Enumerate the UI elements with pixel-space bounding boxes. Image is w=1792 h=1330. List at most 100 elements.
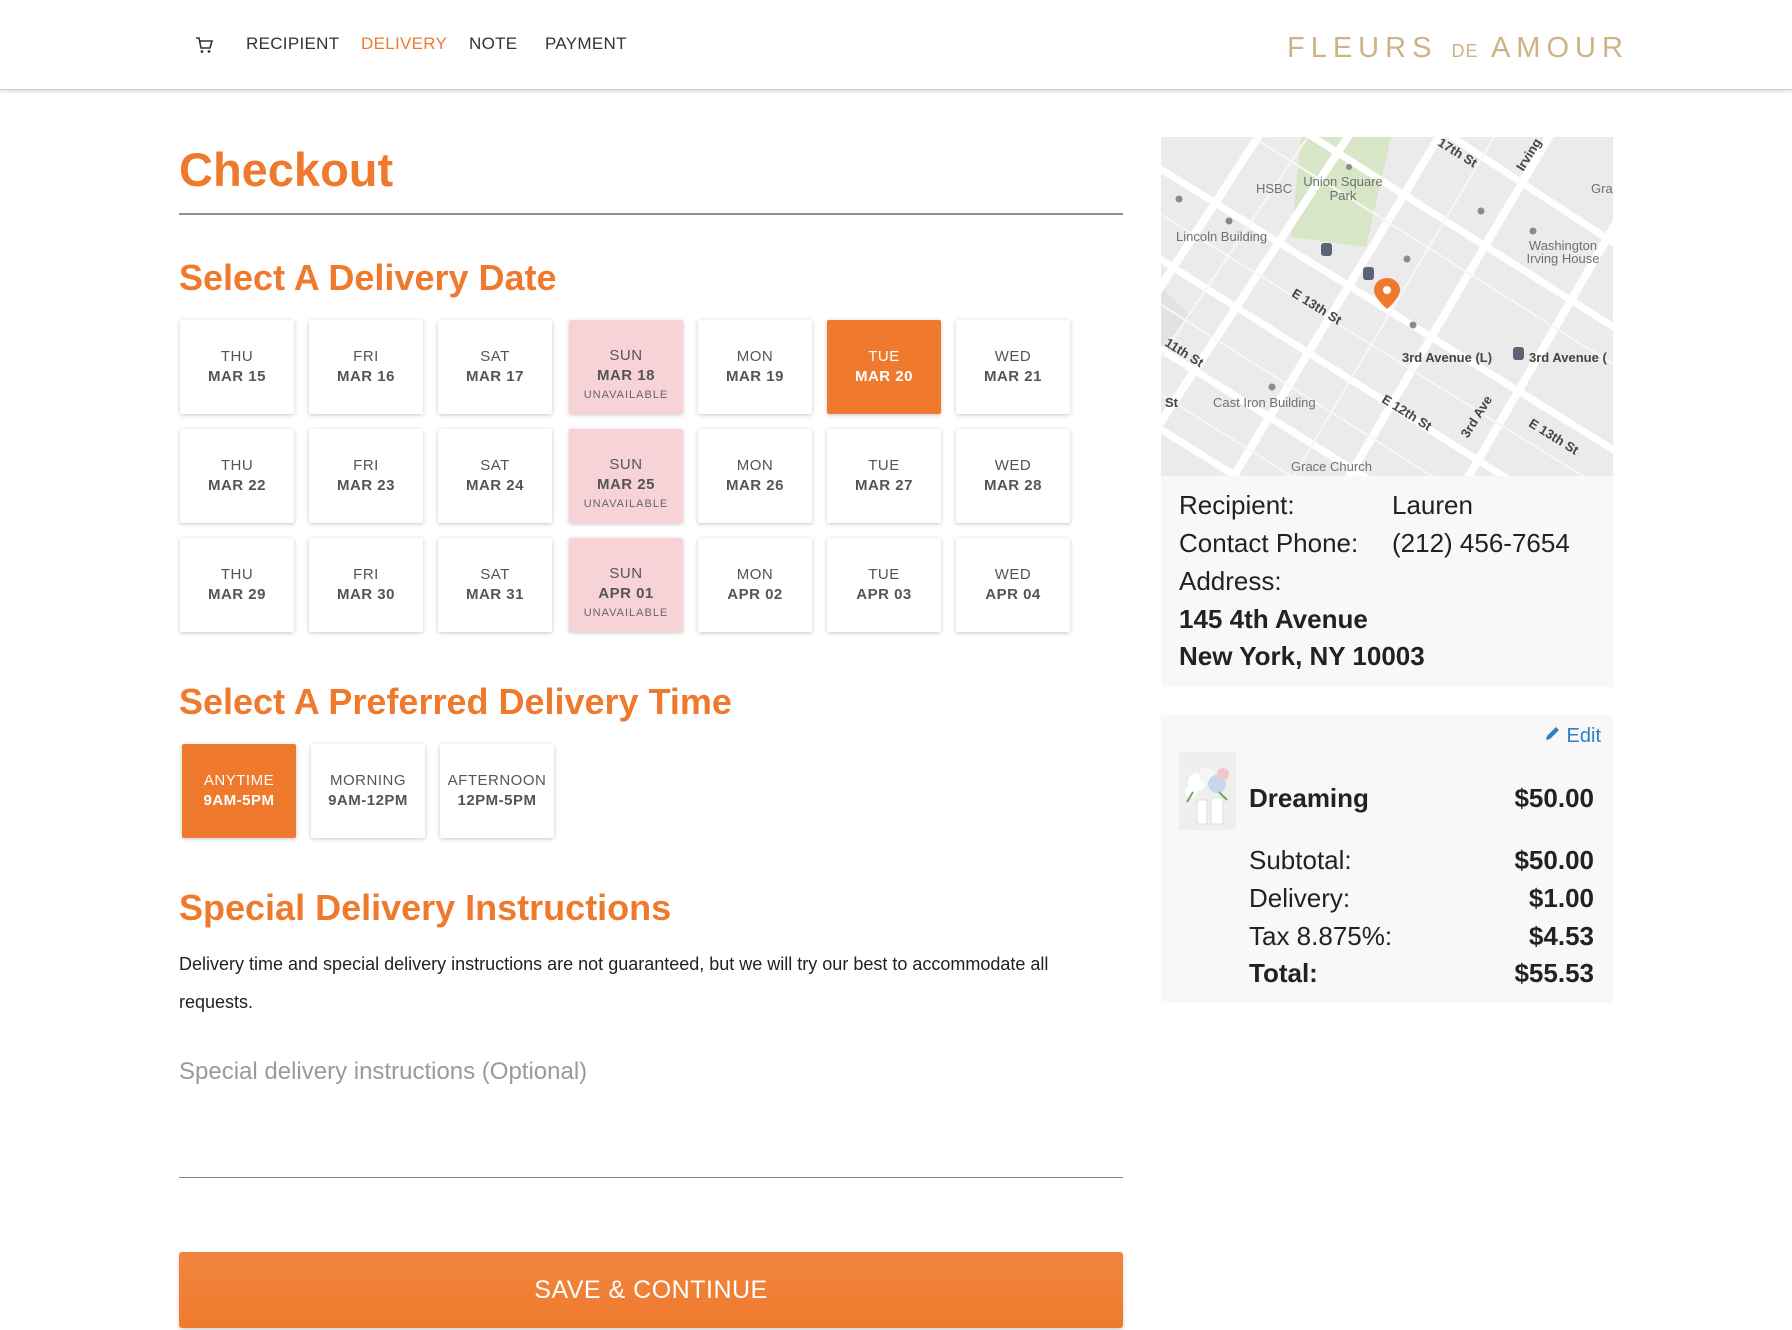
map-label: Washington Irving House [1526,238,1600,266]
date-option-unavailable: SUN MAR 25 UNAVAILABLE [569,429,683,523]
tax-value: $4.53 [1528,921,1594,951]
date-month-day: MAR 24 [465,477,524,494]
delivery-fee-label: Delivery: [1249,883,1351,913]
date-day-of-week: THU [220,457,254,474]
date-day-of-week: WED [994,457,1032,474]
date-option[interactable]: THU MAR 22 [180,429,294,523]
date-option[interactable]: SAT MAR 31 [438,538,552,632]
date-day-of-week: MON [736,566,774,583]
date-option[interactable]: THU MAR 15 [180,320,294,414]
time-option-anytime[interactable]: ANYTIME 9AM-5PM [182,744,296,838]
date-month-day: APR 01 [598,585,654,602]
date-option[interactable]: FRI MAR 23 [309,429,423,523]
date-month-day: MAR 25 [596,476,655,493]
pencil-icon [1544,725,1561,747]
nav-recipient[interactable]: RECIPIENT [246,34,339,54]
date-month-day: MAR 30 [336,586,395,603]
top-navigation: RECIPIENT DELIVERY NOTE PAYMENT FLEURS D… [0,0,1792,90]
map-label: Cast Iron Building [1213,395,1316,410]
date-month-day: MAR 29 [207,586,266,603]
delivery-fee-value: $1.00 [1528,883,1594,913]
date-month-day: MAR 20 [854,368,913,385]
brand-logo[interactable]: FLEURS DE AMOUR [1287,32,1629,65]
date-option[interactable]: FRI MAR 30 [309,538,423,632]
date-day-of-week: MON [736,457,774,474]
date-option[interactable]: TUE APR 03 [827,538,941,632]
date-day-of-week: SUN [609,456,643,473]
map-label: Gra [1591,181,1613,196]
date-day-of-week: SAT [480,566,510,583]
subtotal-label: Subtotal: [1249,845,1352,875]
total-value: $55.53 [1514,958,1594,988]
nav-note[interactable]: NOTE [469,34,517,54]
time-option-label: ANYTIME [203,772,275,789]
date-day-of-week: FRI [353,566,379,583]
date-month-day: MAR 27 [854,477,913,494]
contact-phone-value: (212) 456-7654 [1392,528,1570,558]
delivery-time-heading: Select A Preferred Delivery Time [179,681,732,722]
recipient-label: Recipient: [1179,490,1295,520]
order-summary-card: Edit Dreaming $50.00 Subtotal: $50.00 De… [1161,715,1613,1003]
nav-delivery[interactable]: DELIVERY [361,34,447,54]
map-label: 3rd Avenue (L) [1402,350,1493,365]
date-day-of-week: SAT [480,348,510,365]
date-day-of-week: TUE [868,566,900,583]
date-month-day: MAR 16 [336,368,395,385]
save-continue-button[interactable]: SAVE & CONTINUE [179,1252,1123,1328]
time-option-morning[interactable]: MORNING 9AM-12PM [311,744,425,838]
date-option[interactable]: WED MAR 21 [956,320,1070,414]
date-option[interactable]: MON APR 02 [698,538,812,632]
date-day-of-week: SUN [609,347,643,364]
product-name: Dreaming [1249,783,1369,813]
cart-icon[interactable] [195,36,214,54]
date-option[interactable]: TUE MAR 27 [827,429,941,523]
date-option[interactable]: FRI MAR 16 [309,320,423,414]
delivery-map[interactable]: HSBC Union Square Park Lincoln Building … [1161,137,1613,476]
date-day-of-week: TUE [868,348,900,365]
date-month-day: MAR 22 [207,477,266,494]
contact-phone-label: Contact Phone: [1179,528,1359,558]
date-option-selected[interactable]: TUE MAR 20 [827,320,941,414]
date-option[interactable]: SAT MAR 17 [438,320,552,414]
unavailable-label: UNAVAILABLE [583,389,669,401]
map-label: 3rd Avenue ( [1529,350,1607,365]
unavailable-label: UNAVAILABLE [583,607,669,619]
time-option-afternoon[interactable]: AFTERNOON 12PM-5PM [440,744,554,838]
special-instructions-input[interactable] [179,1058,1123,1178]
edit-label: Edit [1566,725,1601,747]
logo-word-fleurs: FLEURS [1287,32,1438,64]
date-option[interactable]: THU MAR 29 [180,538,294,632]
date-month-day: MAR 15 [207,368,266,385]
date-month-day: APR 03 [856,586,912,603]
date-option[interactable]: SAT MAR 24 [438,429,552,523]
date-day-of-week: FRI [353,457,379,474]
time-option-range: 9AM-12PM [328,792,408,809]
date-day-of-week: THU [220,348,254,365]
date-option[interactable]: WED MAR 28 [956,429,1070,523]
map-label: St [1165,395,1178,410]
edit-order-link[interactable]: Edit [1544,725,1601,748]
map-label: Lincoln Building [1176,229,1268,244]
address-line-1: 145 4th Avenue [1179,604,1368,634]
date-day-of-week: FRI [353,348,379,365]
date-option-unavailable: SUN APR 01 UNAVAILABLE [569,538,683,632]
time-option-label: AFTERNOON [447,772,547,789]
address-label: Address: [1179,566,1282,596]
product-thumbnail[interactable] [1179,752,1236,830]
date-option[interactable]: WED APR 04 [956,538,1070,632]
title-divider [179,213,1123,215]
time-option-range: 9AM-5PM [203,792,275,809]
subtotal-value: $50.00 [1514,845,1594,875]
date-month-day: MAR 17 [465,368,524,385]
date-day-of-week: SUN [609,565,643,582]
map-label: Grace Church [1291,459,1372,474]
instructions-disclaimer: Delivery time and special delivery instr… [179,954,1049,1012]
date-day-of-week: MON [736,348,774,365]
date-month-day: MAR 23 [336,477,395,494]
nav-payment[interactable]: PAYMENT [545,34,627,54]
date-option[interactable]: MON MAR 26 [698,429,812,523]
page-title: Checkout [179,143,394,196]
date-option[interactable]: MON MAR 19 [698,320,812,414]
tax-label: Tax 8.875%: [1249,921,1393,951]
recipient-value: Lauren [1392,490,1473,520]
